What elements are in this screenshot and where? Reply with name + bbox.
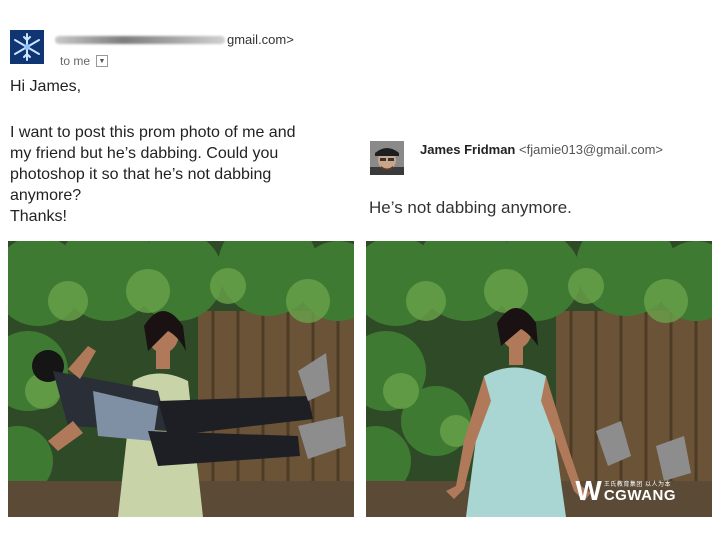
reply-email: James Fridman <fjamie013@gmail.com> He’s… xyxy=(363,0,720,240)
recipient-row: to me ▼ xyxy=(60,54,109,68)
reply-sender-email: <fjamie013@gmail.com> xyxy=(519,142,663,157)
reply-sender[interactable]: James Fridman <fjamie013@gmail.com> xyxy=(420,142,663,157)
original-prom-photo[interactable] xyxy=(8,241,354,517)
email-body-line: photoshop it so that he’s not dabbing xyxy=(10,166,272,183)
watermark-brand: CGWANG xyxy=(603,487,676,504)
prom-photo-illustration xyxy=(8,241,354,517)
snowflake-icon xyxy=(10,30,44,64)
sender-address[interactable]: gmail.com> xyxy=(55,32,294,47)
recipient-label: to me xyxy=(60,54,91,68)
email-body-line: my friend but he’s dabbing. Could you xyxy=(10,145,279,162)
email-body: I want to post this prom photo of me and… xyxy=(10,122,355,227)
redacted-sender-name xyxy=(55,35,225,44)
reply-sender-name: James Fridman xyxy=(420,142,516,157)
edited-photo-illustration xyxy=(366,241,712,517)
reply-message: He’s not dabbing anymore. xyxy=(369,198,572,217)
edited-prom-photo[interactable]: W 王氏教育集团 以人为本 CGWANG xyxy=(366,241,712,517)
email-body-line: Thanks! xyxy=(10,208,67,225)
sender-avatar[interactable] xyxy=(10,30,44,64)
recipient-details-dropdown[interactable]: ▼ xyxy=(96,55,109,67)
person-photo-icon xyxy=(370,141,404,175)
watermark-mark: W xyxy=(575,475,602,506)
original-email: gmail.com> to me ▼ Hi James, I want to p… xyxy=(0,0,360,240)
email-body-line: I want to post this prom photo of me and xyxy=(10,124,296,141)
email-body-line: anymore? xyxy=(10,187,82,204)
sender-email-domain: gmail.com> xyxy=(227,32,294,47)
email-greeting: Hi James, xyxy=(10,78,82,95)
reply-sender-avatar[interactable] xyxy=(370,141,404,175)
watermark-logo: W 王氏教育集团 以人为本 CGWANG xyxy=(575,475,676,506)
